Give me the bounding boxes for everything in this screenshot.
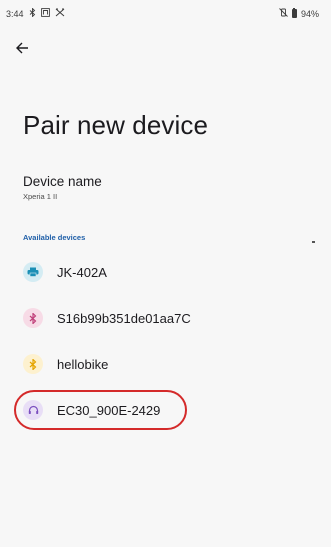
status-left: 3:44 [6,7,65,19]
available-devices-header: Available devices [23,233,86,242]
device-name-label: Device name [23,174,102,189]
device-name-value: Xperia 1 II [23,192,58,201]
printer-icon [23,262,43,282]
bluetooth-icon [29,7,36,19]
status-bar: 3:44 94% [0,0,331,22]
back-button[interactable] [8,36,36,64]
device-label: EC30_900E-2429 [57,402,161,418]
battery-percent: 94% [300,8,319,19]
device-label: S16b99b351de01aa7C [57,310,191,326]
status-time: 3:44 [6,8,24,19]
nfc-icon [40,8,50,19]
page-title: Pair new device [23,110,209,140]
device-label: hellobike [57,356,109,372]
device-label: JK-402A [57,264,107,280]
bluetooth-icon [23,308,43,328]
bluetooth-icon [23,354,43,374]
vibrate-mute-icon [279,8,288,19]
device-item-s16b99b351de01aa7c[interactable]: S16b99b351de01aa7C [23,303,313,333]
tool-icon [55,8,65,19]
scanning-progress-indicator [312,241,315,243]
battery-icon [291,7,297,18]
status-right: 94% [279,7,319,19]
device-item-jk-402a[interactable]: JK-402A [23,257,313,287]
device-item-hellobike[interactable]: hellobike [23,349,313,379]
headset-icon [23,400,43,420]
arrow-back-icon [15,41,29,60]
device-item-ec30-900e-2429[interactable]: EC30_900E-2429 [23,395,313,425]
device-name-setting[interactable]: Device name Xperia 1 II [23,174,102,201]
